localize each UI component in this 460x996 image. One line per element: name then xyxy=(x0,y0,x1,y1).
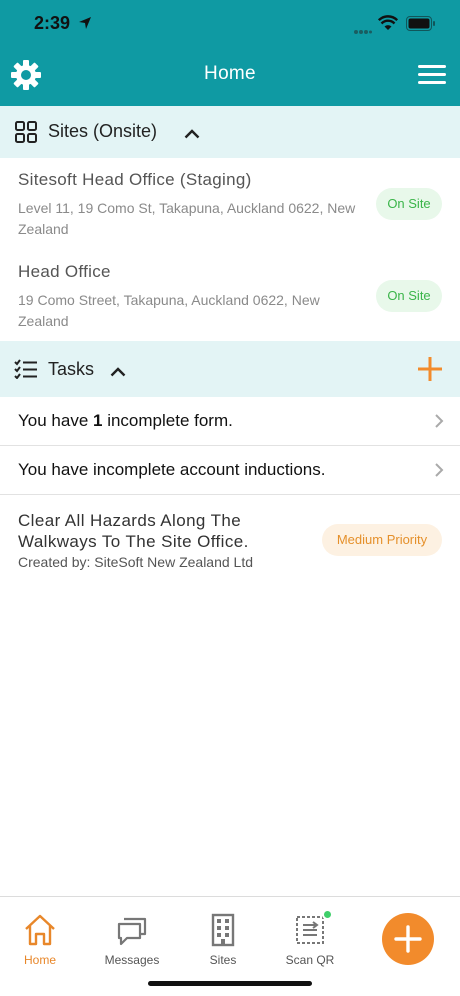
building-icon xyxy=(211,913,235,947)
home-indicator[interactable] xyxy=(148,981,312,986)
checklist-icon xyxy=(14,359,38,384)
tab-label: Messages xyxy=(104,953,160,967)
notification-dot xyxy=(322,909,333,920)
hazard-creator: Created by: SiteSoft New Zealand Ltd xyxy=(18,554,254,570)
status-time: 2:39 xyxy=(34,13,71,33)
site-list-item[interactable]: Head Office 19 Como Street, Takapuna, Au… xyxy=(0,250,460,341)
tab-label: Scan QR xyxy=(285,953,335,967)
add-task-plus-icon[interactable] xyxy=(416,355,444,383)
grid-icon xyxy=(14,120,38,149)
incomplete-forms-text: You have 1 incomplete form. xyxy=(18,411,233,430)
tab-messages[interactable]: Messages xyxy=(92,913,172,967)
chevron-up-icon[interactable] xyxy=(110,364,126,382)
tasks-section-title: Tasks xyxy=(48,359,95,379)
plus-icon[interactable] xyxy=(382,913,434,965)
home-icon xyxy=(25,914,55,946)
incomplete-forms-row[interactable]: You have 1 incomplete form. xyxy=(0,397,460,446)
hamburger-menu-icon[interactable] xyxy=(418,65,446,87)
site-name: Sitesoft Head Office (Staging) xyxy=(18,170,252,189)
on-site-badge: On Site xyxy=(376,280,442,312)
sites-section-title: Sites (Onsite) xyxy=(48,121,158,141)
tab-label: Sites xyxy=(209,953,237,967)
chevron-up-icon[interactable] xyxy=(184,126,200,144)
hazard-task-item[interactable]: Clear All Hazards Along The Walkways To … xyxy=(0,496,460,586)
tab-home[interactable]: Home xyxy=(0,913,80,967)
status-bar: 2:39 xyxy=(0,0,460,48)
messages-icon xyxy=(117,917,147,946)
inductions-row[interactable]: You have incomplete account inductions. xyxy=(0,446,460,495)
site-address: 19 Como Street, Takapuna, Auckland 0622,… xyxy=(18,292,320,329)
location-arrow-icon xyxy=(78,16,92,35)
scan-qr-icon xyxy=(296,916,324,944)
priority-badge: Medium Priority xyxy=(322,524,442,556)
inductions-text: You have incomplete account inductions. xyxy=(18,460,326,479)
page-title: Home xyxy=(204,63,256,84)
app-header: Home xyxy=(0,48,460,106)
site-list-item[interactable]: Sitesoft Head Office (Staging) Level 11,… xyxy=(0,158,460,250)
chevron-right-icon xyxy=(434,413,444,434)
tab-scan-qr[interactable]: Scan QR xyxy=(270,909,350,967)
bottom-tab-bar: Home Messages Sites Scan QR xyxy=(0,896,460,996)
sites-section-header[interactable]: Sites (Onsite) xyxy=(0,106,460,158)
on-site-badge: On Site xyxy=(376,188,442,220)
signal-dots-icon xyxy=(354,22,372,40)
tab-label: Home xyxy=(23,953,56,967)
chevron-right-icon xyxy=(434,462,444,483)
site-address: Level 11, 19 Como St, Takapuna, Auckland… xyxy=(18,200,356,237)
hazard-title: Clear All Hazards Along The Walkways To … xyxy=(18,511,249,551)
wifi-icon xyxy=(377,15,399,36)
tab-sites[interactable]: Sites xyxy=(183,913,263,967)
tasks-section-header[interactable]: Tasks xyxy=(0,341,460,397)
site-name: Head Office xyxy=(18,262,111,281)
battery-icon xyxy=(406,16,436,36)
